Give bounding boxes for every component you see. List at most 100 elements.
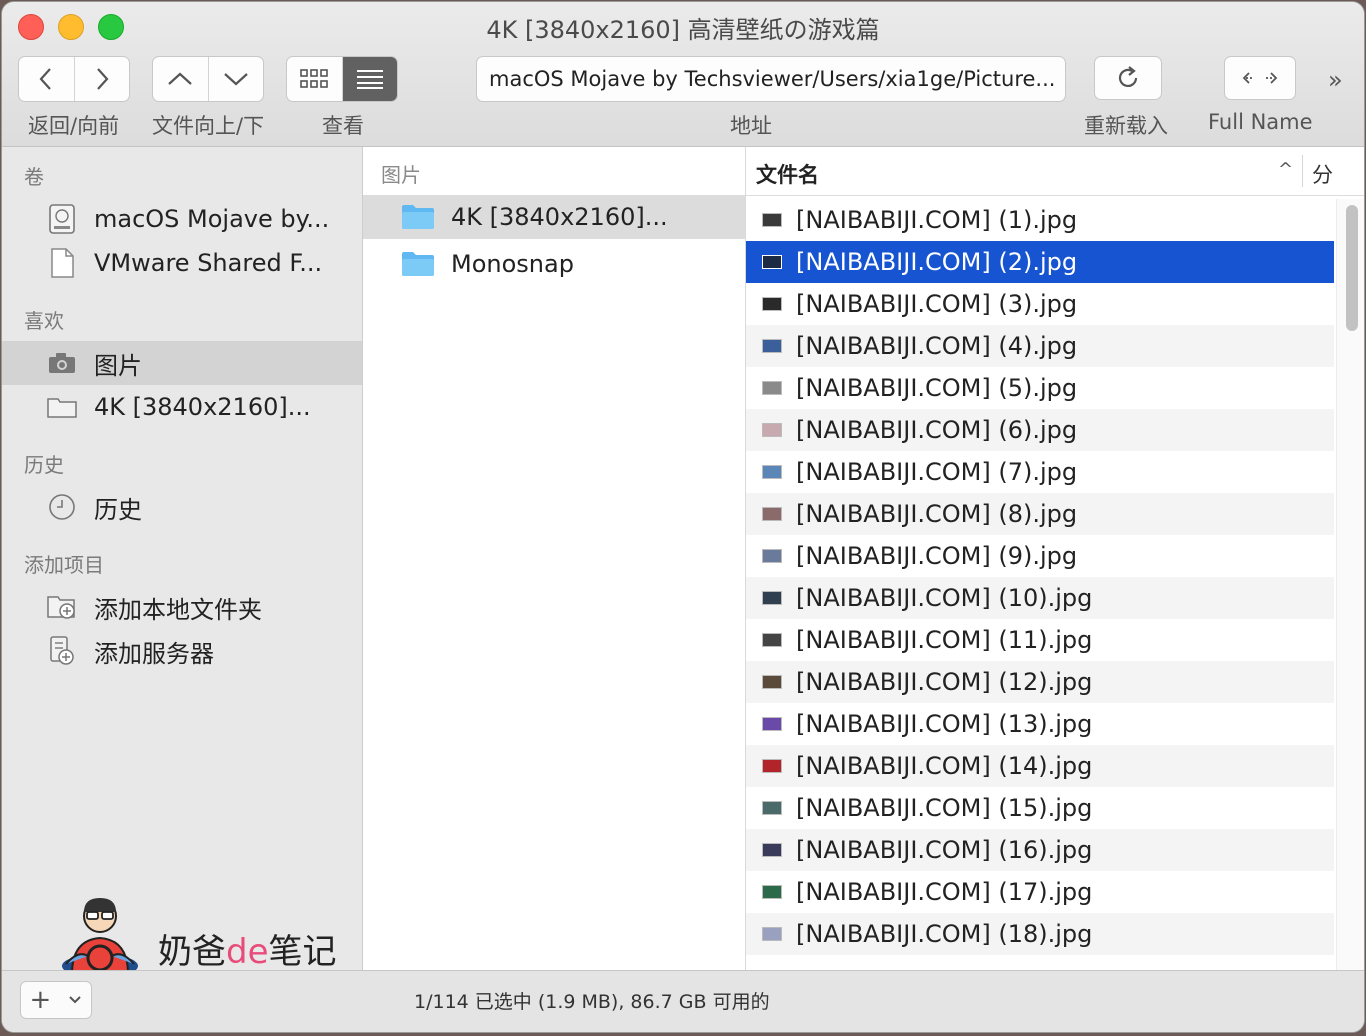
icon-view-button[interactable] bbox=[287, 57, 342, 101]
finder-window: 4K [3840x2160] 高清壁纸の游戏篇 返回/向前 文件向上/下 查看 … bbox=[2, 2, 1364, 1032]
hard-drive-icon bbox=[46, 203, 78, 235]
file-name: [NAIBABIJI.COM] (7).jpg bbox=[796, 458, 1078, 486]
sidebar-item-label: 添加本地文件夹 bbox=[94, 595, 262, 624]
file-name: [NAIBABIJI.COM] (4).jpg bbox=[796, 332, 1078, 360]
image-thumbnail-icon bbox=[762, 255, 782, 269]
sidebar-item-label: 历史 bbox=[94, 495, 142, 524]
sidebar-item-pictures[interactable]: 图片 bbox=[2, 341, 362, 385]
image-thumbnail-icon bbox=[762, 381, 782, 395]
column-header: 图片 bbox=[381, 163, 421, 187]
file-name: [NAIBABIJI.COM] (6).jpg bbox=[796, 416, 1078, 444]
file-row[interactable]: [NAIBABIJI.COM] (7).jpg bbox=[746, 451, 1334, 493]
sidebar-item-add-local-folder[interactable]: 添加本地文件夹 bbox=[2, 585, 362, 629]
view-control bbox=[286, 56, 398, 102]
column-divider[interactable] bbox=[1302, 155, 1303, 187]
image-thumbnail-icon bbox=[762, 717, 782, 731]
address-label: 地址 bbox=[730, 114, 772, 138]
file-row[interactable]: [NAIBABIJI.COM] (15).jpg bbox=[746, 787, 1334, 829]
address-field[interactable]: macOS Mojave by Techsviewer/Users/xia1ge… bbox=[476, 56, 1066, 102]
reload-button[interactable] bbox=[1094, 56, 1162, 100]
add-menu-button[interactable]: + bbox=[20, 981, 92, 1019]
folder-name: Monosnap bbox=[451, 250, 574, 278]
folder-row-monosnap[interactable]: Monosnap bbox=[363, 242, 745, 286]
file-name: [NAIBABIJI.COM] (8).jpg bbox=[796, 500, 1078, 528]
file-name: [NAIBABIJI.COM] (15).jpg bbox=[796, 794, 1093, 822]
file-row[interactable]: [NAIBABIJI.COM] (8).jpg bbox=[746, 493, 1334, 535]
file-row[interactable]: [NAIBABIJI.COM] (18).jpg bbox=[746, 913, 1334, 955]
file-rows: [NAIBABIJI.COM] (1).jpg [NAIBABIJI.COM] (… bbox=[746, 199, 1334, 955]
file-row[interactable]: [NAIBABIJI.COM] (16).jpg bbox=[746, 829, 1334, 871]
folder-row-4k[interactable]: 4K [3840x2160]... bbox=[363, 195, 745, 239]
full-name-button[interactable] bbox=[1224, 56, 1296, 100]
back-button[interactable] bbox=[19, 57, 74, 101]
image-thumbnail-icon bbox=[762, 213, 782, 227]
folder-icon bbox=[402, 205, 434, 229]
scrollbar-thumb[interactable] bbox=[1346, 205, 1358, 331]
file-name: [NAIBABIJI.COM] (3).jpg bbox=[796, 290, 1078, 318]
vertical-scrollbar[interactable] bbox=[1336, 199, 1364, 970]
file-row[interactable]: [NAIBABIJI.COM] (4).jpg bbox=[746, 325, 1334, 367]
sort-ascending-icon: ^ bbox=[1278, 159, 1294, 180]
sidebar-header-add: 添加项目 bbox=[24, 553, 104, 577]
expand-width-icon bbox=[1242, 72, 1278, 84]
file-row[interactable]: [NAIBABIJI.COM] (5).jpg bbox=[746, 367, 1334, 409]
image-thumbnail-icon bbox=[762, 885, 782, 899]
sidebar-item-volume-macos[interactable]: macOS Mojave by... bbox=[2, 197, 362, 241]
file-name: [NAIBABIJI.COM] (10).jpg bbox=[796, 584, 1093, 612]
chevron-up-icon bbox=[168, 72, 192, 85]
column-header-filename[interactable]: 文件名 bbox=[756, 159, 819, 189]
file-list-header: 文件名 ^ 分 bbox=[746, 147, 1364, 196]
file-row[interactable]: [NAIBABIJI.COM] (2).jpg bbox=[746, 241, 1334, 283]
image-thumbnail-icon bbox=[762, 465, 782, 479]
image-thumbnail-icon bbox=[762, 843, 782, 857]
sidebar-item-volume-vmware[interactable]: VMware Shared F... bbox=[2, 241, 362, 285]
clock-icon bbox=[46, 491, 78, 523]
file-row[interactable]: [NAIBABIJI.COM] (12).jpg bbox=[746, 661, 1334, 703]
reload-icon bbox=[1118, 66, 1138, 87]
status-bar: + 1/114 已选中 (1.9 MB), 86.7 GB 可用的 bbox=[2, 970, 1364, 1032]
list-icon bbox=[356, 70, 383, 89]
file-name: [NAIBABIJI.COM] (17).jpg bbox=[796, 878, 1093, 906]
chevron-right-icon bbox=[96, 68, 109, 90]
chevron-down-icon bbox=[224, 73, 248, 86]
file-row[interactable]: [NAIBABIJI.COM] (11).jpg bbox=[746, 619, 1334, 661]
list-view-button[interactable] bbox=[341, 57, 397, 101]
file-row[interactable]: [NAIBABIJI.COM] (6).jpg bbox=[746, 409, 1334, 451]
sidebar-item-add-server[interactable]: 添加服务器 bbox=[2, 629, 362, 673]
add-folder-icon bbox=[46, 591, 78, 623]
view-label: 查看 bbox=[322, 114, 364, 138]
more-toolbar-button[interactable]: » bbox=[1328, 66, 1343, 94]
image-thumbnail-icon bbox=[762, 801, 782, 815]
sidebar-item-label: 添加服务器 bbox=[94, 639, 214, 668]
sidebar-item-history[interactable]: 历史 bbox=[2, 485, 362, 529]
plus-icon: + bbox=[29, 985, 52, 1015]
sidebar-item-label: 图片 bbox=[94, 351, 142, 380]
file-row[interactable]: [NAIBABIJI.COM] (13).jpg bbox=[746, 703, 1334, 745]
column-header-second[interactable]: 分 bbox=[1312, 159, 1333, 189]
sidebar-header-volumes: 卷 bbox=[24, 165, 44, 189]
forward-button[interactable] bbox=[73, 57, 130, 101]
file-row[interactable]: [NAIBABIJI.COM] (1).jpg bbox=[746, 199, 1334, 241]
reload-label: 重新载入 bbox=[1084, 114, 1168, 138]
image-thumbnail-icon bbox=[762, 759, 782, 773]
nav-label: 返回/向前 bbox=[28, 114, 120, 138]
file-row[interactable]: [NAIBABIJI.COM] (3).jpg bbox=[746, 283, 1334, 325]
file-row[interactable]: [NAIBABIJI.COM] (17).jpg bbox=[746, 871, 1334, 913]
file-row[interactable]: [NAIBABIJI.COM] (14).jpg bbox=[746, 745, 1334, 787]
file-row[interactable]: [NAIBABIJI.COM] (10).jpg bbox=[746, 577, 1334, 619]
chevron-left-icon bbox=[39, 68, 52, 90]
parent-folder-column: 图片 4K [3840x2160]... Monosnap bbox=[363, 147, 746, 970]
image-thumbnail-icon bbox=[762, 423, 782, 437]
down-button[interactable] bbox=[207, 57, 264, 101]
image-thumbnail-icon bbox=[762, 339, 782, 353]
image-thumbnail-icon bbox=[762, 633, 782, 647]
up-button[interactable] bbox=[153, 57, 208, 101]
sidebar-item-4k-folder[interactable]: 4K [3840x2160]... bbox=[2, 385, 362, 429]
file-name: [NAIBABIJI.COM] (12).jpg bbox=[796, 668, 1093, 696]
file-row[interactable]: [NAIBABIJI.COM] (9).jpg bbox=[746, 535, 1334, 577]
image-thumbnail-icon bbox=[762, 591, 782, 605]
up-down-control bbox=[152, 56, 264, 102]
file-name: [NAIBABIJI.COM] (16).jpg bbox=[796, 836, 1093, 864]
watermark: 奶爸de笔记 bbox=[58, 894, 348, 976]
sidebar-item-label: 4K [3840x2160]... bbox=[94, 393, 311, 421]
